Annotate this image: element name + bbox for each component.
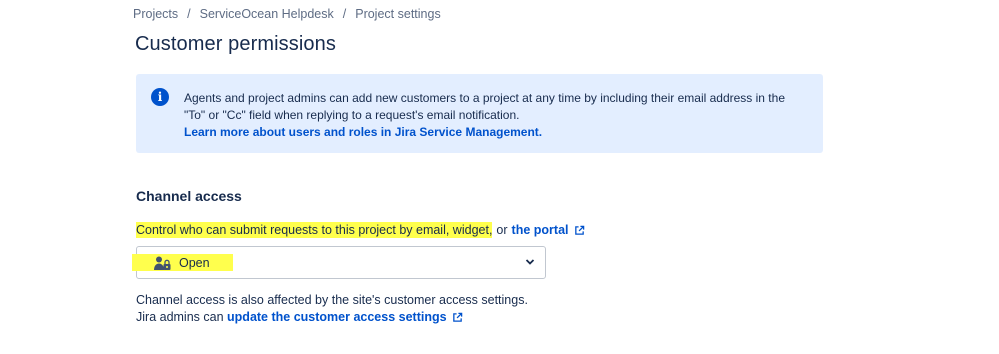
chevron-down-icon[interactable] (525, 258, 535, 266)
note-line-2-prefix: Jira admins can (136, 310, 224, 324)
breadcrumb: Projects / ServiceOcean Helpdesk / Proje… (133, 7, 441, 21)
info-message-line-1: Agents and project admins can add new cu… (184, 91, 785, 105)
breadcrumb-projects[interactable]: Projects (133, 7, 178, 21)
description-or: or (496, 223, 508, 237)
update-access-settings-link[interactable]: update the customer access settings (227, 309, 463, 326)
breadcrumb-project[interactable]: ServiceOcean Helpdesk (200, 7, 334, 21)
portal-link-label: the portal (511, 223, 569, 237)
external-link-icon (574, 225, 584, 235)
breadcrumb-separator: / (342, 7, 347, 21)
info-message-line-2: "To" or "Cc" field when replying to a re… (184, 108, 520, 122)
info-icon: i (151, 88, 169, 106)
breadcrumb-project-settings[interactable]: Project settings (355, 7, 440, 21)
external-link-icon (452, 312, 462, 322)
select-value: Open (179, 256, 210, 270)
info-message: Agents and project admins can add new cu… (184, 90, 804, 141)
note-line-1: Channel access is also affected by the s… (136, 293, 528, 307)
page-title: Customer permissions (135, 33, 336, 55)
channel-access-note: Channel access is also affected by the s… (136, 292, 528, 326)
breadcrumb-separator: / (187, 7, 191, 21)
highlighted-description: Control who can submit requests to this … (136, 222, 493, 238)
channel-access-heading: Channel access (136, 188, 242, 204)
learn-more-link[interactable]: Learn more about users and roles in Jira… (184, 124, 804, 141)
page: Projects / ServiceOcean Helpdesk / Proje… (0, 0, 999, 354)
update-access-settings-label: update the customer access settings (227, 310, 447, 324)
portal-link[interactable]: the portal (512, 223, 585, 237)
channel-access-description: Control who can submit requests to this … (136, 222, 585, 238)
person-lock-icon (154, 256, 171, 270)
note-line-2: Jira admins can update the customer acce… (136, 309, 528, 326)
